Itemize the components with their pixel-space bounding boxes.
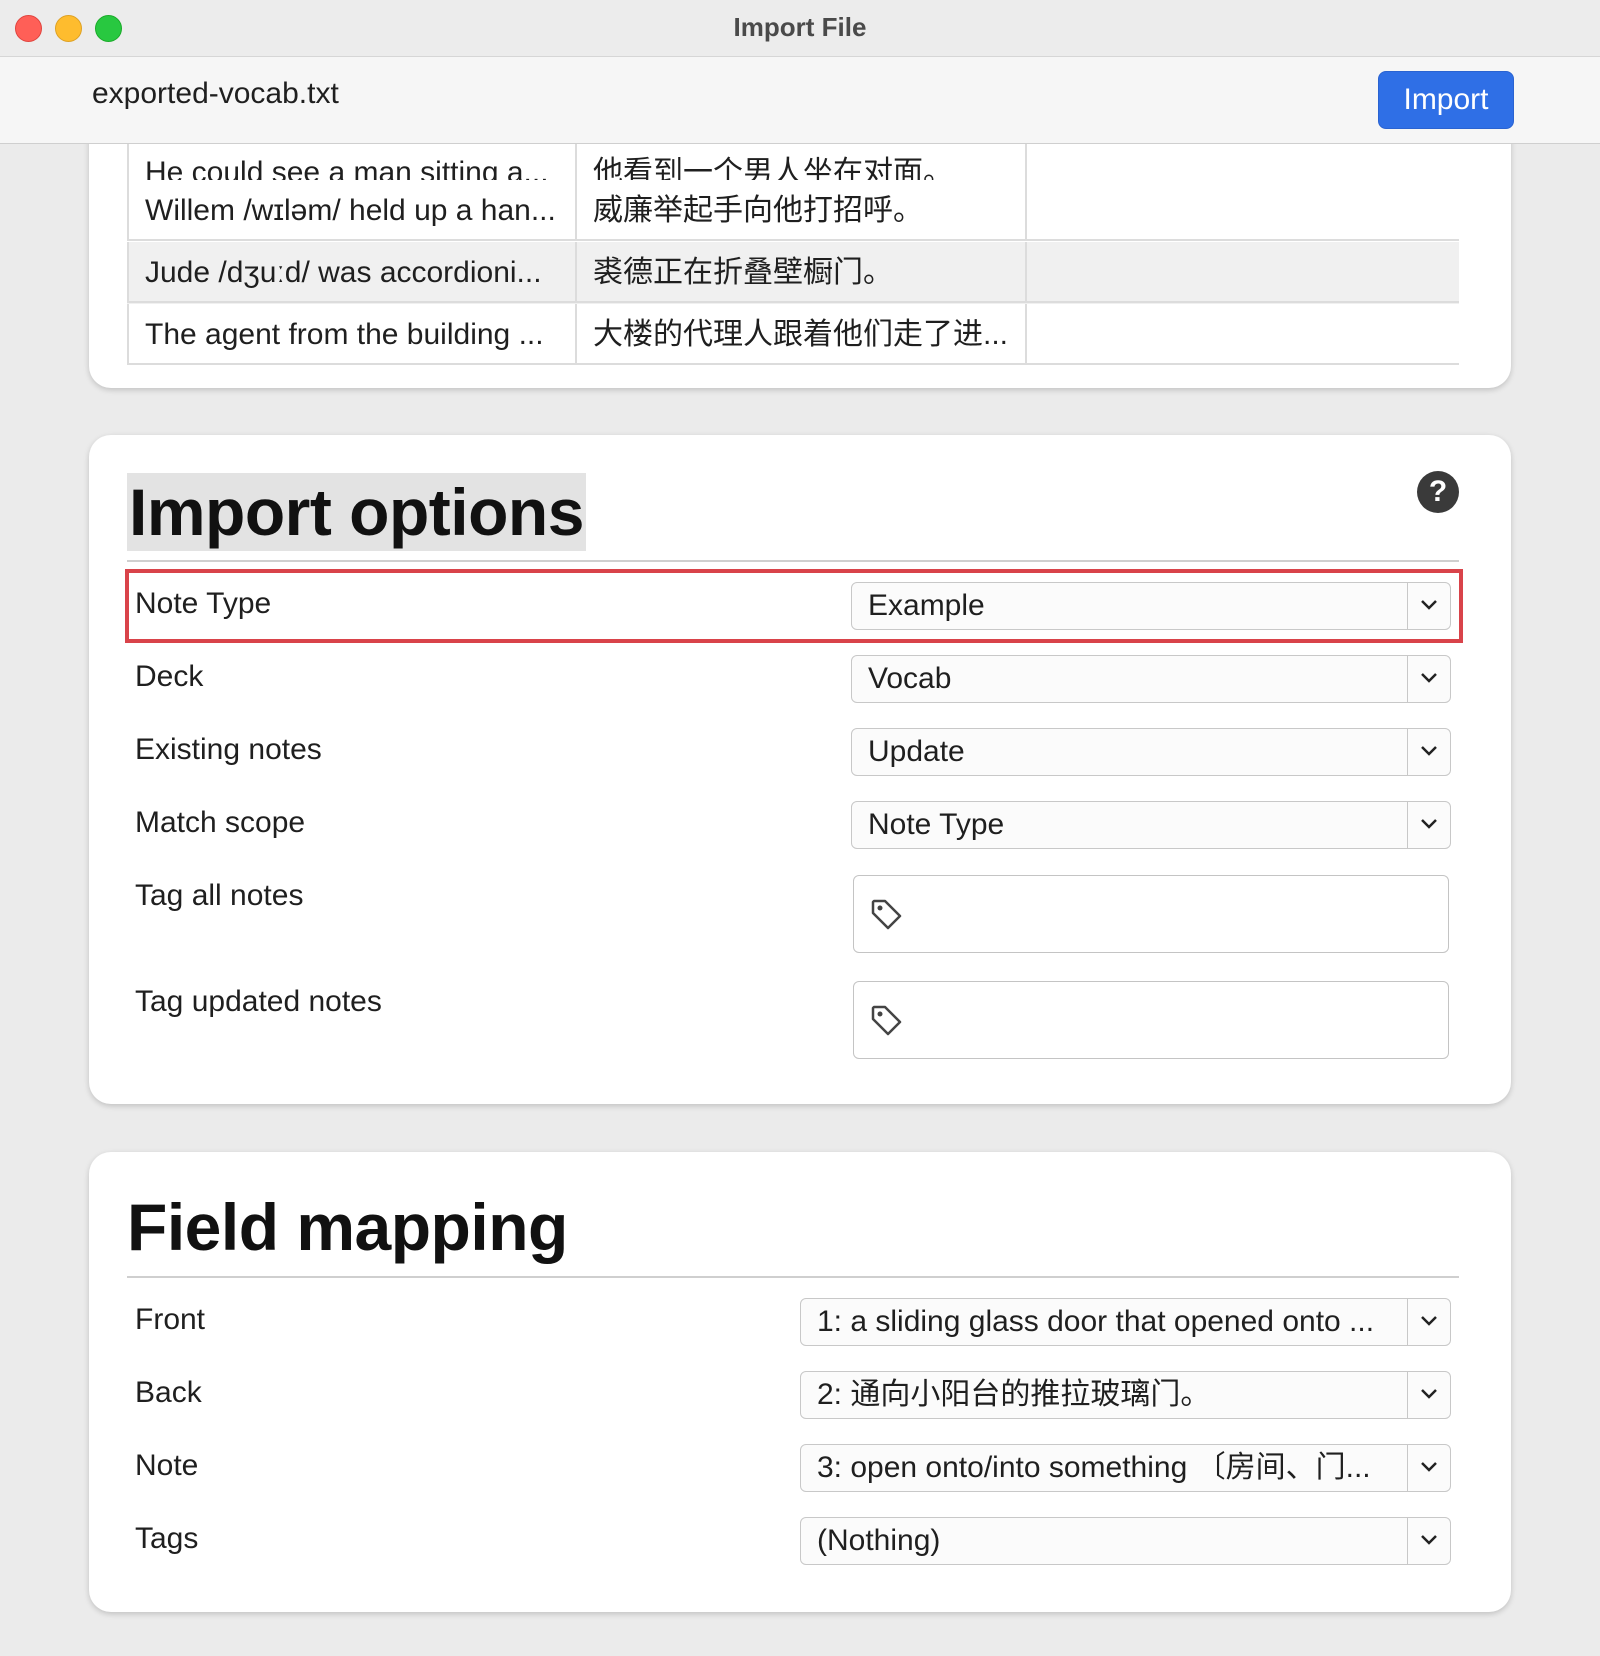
window-title: Import File [733,12,867,42]
tags-label: Tags [135,1522,199,1555]
chevron-down-icon [1407,1518,1450,1564]
chevron-down-icon [1407,1445,1450,1491]
note-type-label: Note Type [135,587,272,620]
select-value: (Nothing) [817,1524,941,1557]
table-cell [1027,242,1459,303]
tag-icon [871,899,902,930]
select-value: 3: open onto/into something 〔房间、门... [817,1451,1371,1484]
select-value: Example [868,589,985,622]
back-label: Back [135,1376,202,1409]
table-cell: 裘德正在折叠壁橱门。 [577,242,1027,303]
header-bar: exported-vocab.txt Import [0,57,1600,144]
select-value: 1: a sliding glass door that opened onto… [817,1305,1375,1338]
chevron-down-icon [1407,729,1450,775]
divider [127,560,1459,562]
tags-field-select[interactable]: (Nothing) [800,1517,1451,1565]
select-value: Vocab [868,662,952,695]
question-mark-icon[interactable]: ? [1417,471,1459,513]
title-bar: Import File [0,0,1600,57]
select-value: 2: 通向小阳台的推拉玻璃门。 [817,1378,1211,1411]
field-mapping-card: Field mapping Front 1: a sliding glass d… [89,1152,1511,1612]
chevron-down-icon [1407,802,1450,848]
chevron-down-icon [1407,656,1450,702]
front-field-select[interactable]: 1: a sliding glass door that opened onto… [800,1298,1451,1346]
match-scope-label: Match scope [135,806,306,839]
tag-all-notes-label: Tag all notes [135,879,304,912]
section-title: Import options [127,473,586,551]
table-cell [1027,180,1459,241]
existing-notes-select[interactable]: Update [851,728,1451,776]
section-title: Field mapping [127,1190,568,1264]
import-options-card: Import options ? Note Type Example Deck … [89,435,1511,1104]
select-value: Note Type [868,808,1005,841]
chevron-down-icon [1407,1299,1450,1345]
chevron-down-icon [1407,1372,1450,1418]
file-name: exported-vocab.txt [92,77,339,110]
note-type-select[interactable]: Example [851,582,1451,630]
table-cell: Willem /wɪləm/ held up a han... [127,180,577,241]
back-field-select[interactable]: 2: 通向小阳台的推拉玻璃门。 [800,1371,1451,1419]
table-cell: 威廉举起手向他打招呼。 [577,180,1027,241]
table-cell [1027,304,1459,365]
table-cell: The agent from the building ... [127,304,577,365]
deck-label: Deck [135,660,204,693]
table-cell: 大楼的代理人跟着他们走了进... [577,304,1027,365]
note-field-select[interactable]: 3: open onto/into something 〔房间、门... [800,1444,1451,1492]
existing-notes-label: Existing notes [135,733,322,766]
tag-updated-notes-input[interactable] [853,981,1449,1059]
front-label: Front [135,1303,206,1336]
match-scope-select[interactable]: Note Type [851,801,1451,849]
table-row: Jude /dʒuːd/ was accordioni... 裘德正在折叠壁橱门… [127,242,1459,304]
table-row: The agent from the building ... 大楼的代理人跟着… [127,304,1459,366]
select-value: Update [868,735,965,768]
tag-icon [871,1005,902,1036]
tag-updated-notes-label: Tag updated notes [135,985,382,1018]
table-row: Willem /wɪləm/ held up a han... 威廉举起手向他打… [127,180,1459,242]
import-button[interactable]: Import [1378,71,1514,129]
note-label: Note [135,1449,199,1482]
deck-select[interactable]: Vocab [851,655,1451,703]
tag-all-notes-input[interactable] [853,875,1449,953]
divider [127,1276,1459,1278]
chevron-down-icon [1407,583,1450,629]
table-cell: Jude /dʒuːd/ was accordioni... [127,242,577,303]
